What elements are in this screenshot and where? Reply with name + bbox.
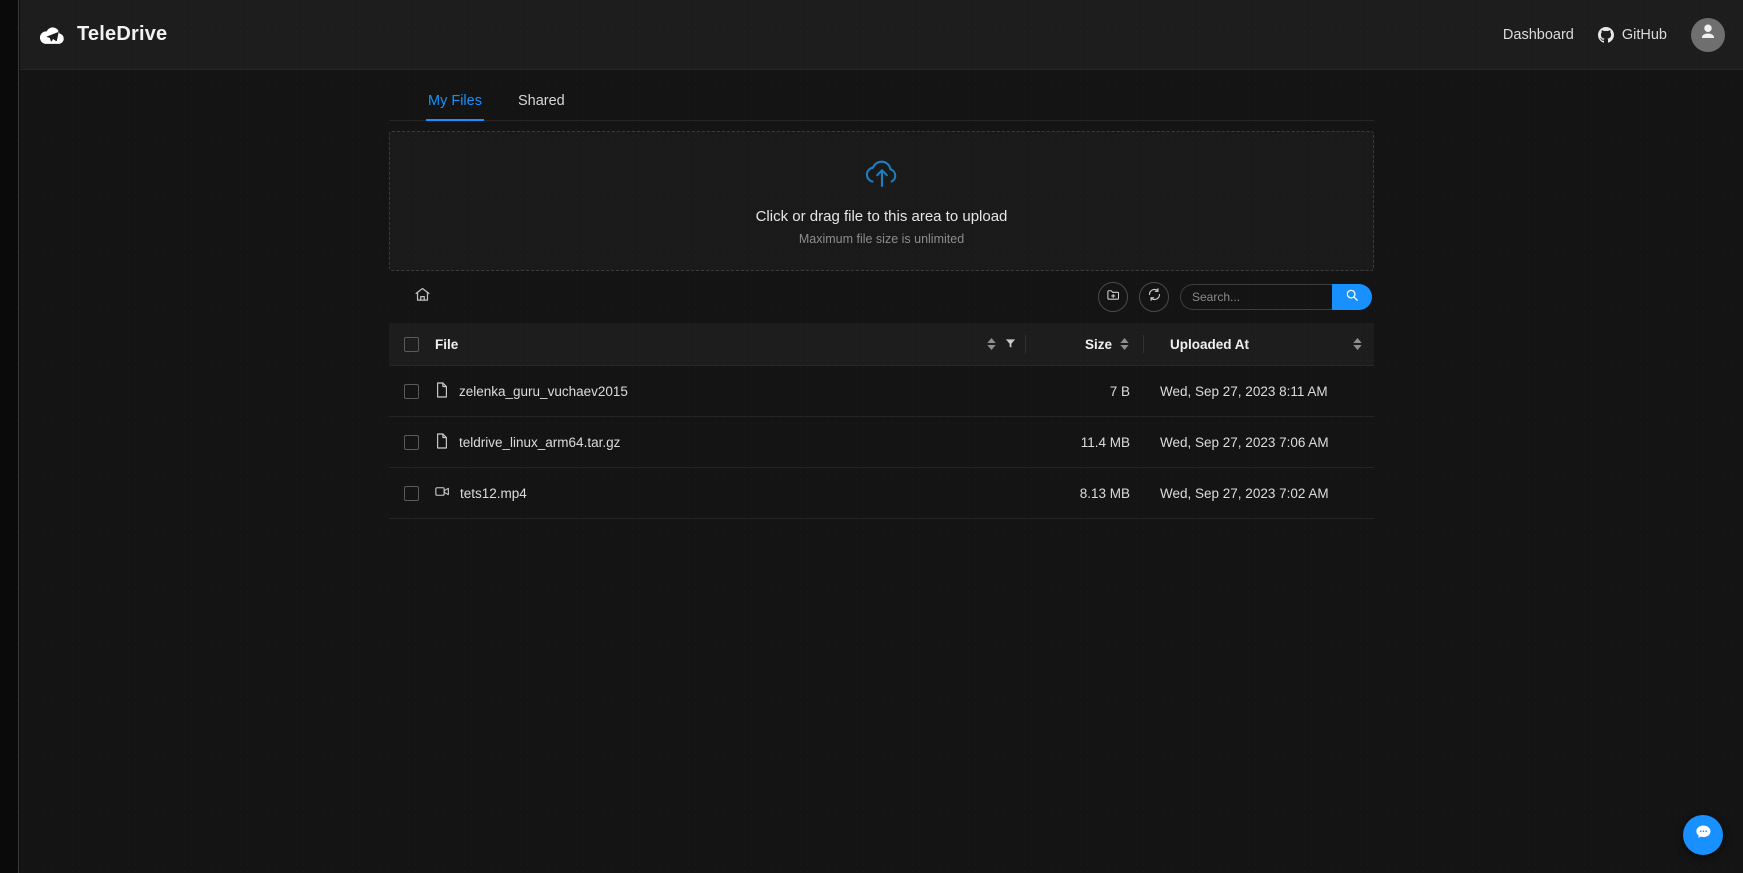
- folder-add-icon: [1106, 287, 1121, 307]
- upload-hint: Maximum file size is unlimited: [798, 231, 965, 246]
- toolbar-actions: [1098, 282, 1372, 312]
- new-folder-button[interactable]: [1098, 282, 1128, 312]
- file-uploaded-at: Wed, Sep 27, 2023 8:11 AM: [1160, 383, 1328, 399]
- file-uploaded-at: Wed, Sep 27, 2023 7:02 AM: [1160, 485, 1329, 501]
- row-file-cell: zelenka_guru_vuchaev2015: [435, 365, 1036, 417]
- row-checkbox[interactable]: [404, 485, 419, 501]
- file-uploaded-at: Wed, Sep 27, 2023 7:06 AM: [1160, 434, 1329, 450]
- file-size: 11.4 MB: [1080, 434, 1130, 450]
- select-all-checkbox[interactable]: [404, 336, 419, 352]
- file-size: 8.13 MB: [1079, 485, 1130, 501]
- tabs-container: My Files Shared: [389, 70, 1374, 121]
- row-size-cell: 7 B: [1036, 365, 1144, 417]
- github-label: GitHub: [1621, 26, 1667, 43]
- file-toolbar: [389, 271, 1374, 323]
- row-file-cell: teldrive_linux_arm64.tar.gz: [435, 416, 1036, 468]
- table-header-row: File Size Uploaded At: [389, 323, 1374, 366]
- file-table-head: File Size Uploaded At: [389, 323, 1374, 366]
- refresh-button[interactable]: [1139, 282, 1169, 312]
- th-file-label: File: [435, 336, 459, 352]
- file-size: 7 B: [1109, 383, 1130, 399]
- th-uploaded-at-label: Uploaded At: [1170, 336, 1249, 352]
- brand[interactable]: TeleDrive: [37, 20, 167, 50]
- search-icon: [1345, 288, 1359, 307]
- refresh-icon: [1147, 287, 1162, 307]
- file-column-controls: [979, 335, 1036, 353]
- row-select-cell: [389, 467, 435, 519]
- avatar[interactable]: [1691, 17, 1725, 52]
- main-content: Click or drag file to this area to uploa…: [389, 131, 1374, 519]
- table-row[interactable]: zelenka_guru_vuchaev2015 7 B Wed, Sep 27…: [389, 365, 1374, 417]
- table-row[interactable]: teldrive_linux_arm64.tar.gz 11.4 MB Wed,…: [389, 416, 1374, 468]
- tab-my-files-label: My Files: [428, 93, 482, 109]
- tab-shared[interactable]: Shared: [516, 84, 567, 120]
- file-table-body: zelenka_guru_vuchaev2015 7 B Wed, Sep 27…: [389, 365, 1374, 519]
- file-icon: [435, 381, 449, 401]
- row-date-cell: Wed, Sep 27, 2023 7:06 AM: [1144, 416, 1374, 468]
- support-chat-button[interactable]: [1683, 815, 1723, 855]
- header-divider-1: [1025, 335, 1026, 353]
- home-icon: [414, 286, 431, 308]
- tab-my-files[interactable]: My Files: [426, 84, 484, 121]
- row-select-cell: [389, 365, 435, 417]
- table-row[interactable]: tets12.mp4 8.13 MB Wed, Sep 27, 2023 7:0…: [389, 467, 1374, 519]
- app-window: TeleDrive Dashboard GitHub My Files Shar…: [0, 0, 1743, 873]
- row-size-cell: 11.4 MB: [1036, 416, 1144, 468]
- brand-name: TeleDrive: [77, 23, 168, 45]
- breadcrumb-home-button[interactable]: [407, 282, 437, 312]
- row-date-cell: Wed, Sep 27, 2023 8:11 AM: [1144, 365, 1374, 417]
- user-avatar-icon: [1699, 23, 1717, 46]
- th-size: Size: [1036, 323, 1144, 366]
- upload-dropzone[interactable]: Click or drag file to this area to uploa…: [389, 131, 1374, 271]
- size-sort-button[interactable]: [1120, 338, 1129, 350]
- header-actions: Dashboard GitHub: [1503, 17, 1725, 52]
- file-sort-button[interactable]: [987, 338, 996, 350]
- search-input[interactable]: [1180, 284, 1332, 310]
- file-icon: [435, 432, 449, 452]
- dashboard-label: Dashboard: [1502, 26, 1574, 43]
- row-checkbox[interactable]: [404, 434, 419, 450]
- th-uploaded-at: Uploaded At: [1144, 323, 1374, 366]
- file-name[interactable]: tets12.mp4: [460, 486, 527, 501]
- chat-bubble-icon: [1693, 823, 1713, 848]
- cloud-paperplane-icon: [37, 20, 67, 50]
- search-button[interactable]: [1332, 284, 1372, 310]
- search-group: [1180, 284, 1372, 310]
- row-file-cell: tets12.mp4: [435, 467, 1036, 519]
- row-checkbox[interactable]: [404, 383, 419, 399]
- row-select-cell: [389, 416, 435, 468]
- left-edge-strip: [0, 0, 19, 873]
- date-sort-button[interactable]: [1353, 338, 1362, 350]
- app-header: TeleDrive Dashboard GitHub: [20, 0, 1743, 70]
- video-icon: [435, 485, 450, 501]
- row-size-cell: 8.13 MB: [1036, 467, 1144, 519]
- file-table: File Size Uploaded At zelenka_guru_vucha…: [389, 323, 1374, 519]
- tabs: My Files Shared: [389, 84, 1374, 121]
- header-divider-2: [1143, 335, 1144, 353]
- th-size-label: Size: [1084, 336, 1112, 352]
- cloud-upload-icon: [862, 157, 902, 194]
- upload-title: Click or drag file to this area to uploa…: [755, 207, 1008, 225]
- dashboard-link[interactable]: Dashboard: [1503, 27, 1574, 43]
- row-date-cell: Wed, Sep 27, 2023 7:02 AM: [1144, 467, 1374, 519]
- app-root: TeleDrive Dashboard GitHub My Files Shar…: [20, 0, 1743, 873]
- github-link[interactable]: GitHub: [1597, 26, 1667, 43]
- filter-icon[interactable]: [1005, 337, 1016, 352]
- th-file: File: [435, 323, 1036, 366]
- github-icon: [1597, 26, 1614, 43]
- th-select-all: [389, 323, 435, 366]
- file-name[interactable]: zelenka_guru_vuchaev2015: [459, 384, 628, 399]
- tab-shared-label: Shared: [517, 93, 565, 109]
- file-name[interactable]: teldrive_linux_arm64.tar.gz: [459, 435, 620, 450]
